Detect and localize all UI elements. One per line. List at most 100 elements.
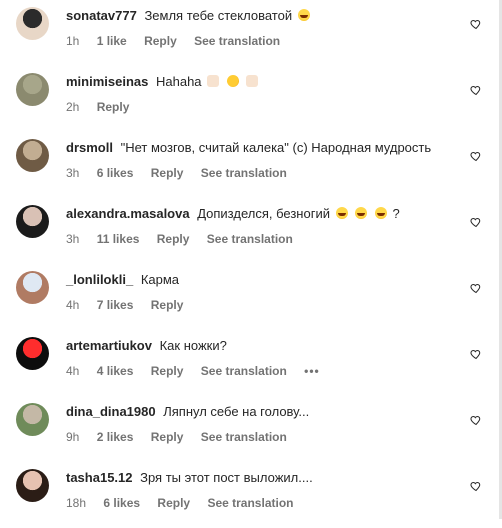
comment-meta: 4h 4 likes Reply See translation ••• [66, 364, 460, 378]
comment-item: tasha15.12 Зря ты этот пост выложил.... … [0, 462, 500, 528]
see-translation-button[interactable]: See translation [201, 364, 287, 378]
avatar[interactable] [16, 205, 49, 238]
comment-time: 2h [66, 100, 80, 114]
comment-item: artemartiukov Как ножки? 4h 4 likes Repl… [0, 330, 500, 396]
reply-button[interactable]: Reply [151, 430, 184, 444]
comment-meta: 9h 2 likes Reply See translation [66, 430, 460, 444]
comment-time: 3h [66, 232, 80, 246]
heart-icon[interactable] [470, 84, 482, 96]
avatar[interactable] [16, 469, 49, 502]
comment-item: dina_dina1980 Ляпнул себе на голову... 9… [0, 396, 500, 462]
comment-username[interactable]: _lonlilokli_ [66, 272, 133, 287]
reply-button[interactable]: Reply [144, 34, 177, 48]
comment-username[interactable]: dina_dina1980 [66, 404, 156, 419]
comment-line: drsmoll "Нет мозгов, считай калека" (с) … [66, 140, 460, 156]
skin-emoji-icon [246, 75, 259, 87]
comment-item: alexandra.masalova Допизделся, безногий … [0, 198, 500, 264]
comment-item: sonatav777 Земля тебе стекловатой 1h 1 l… [0, 0, 500, 66]
comment-likes[interactable]: 7 likes [97, 298, 134, 312]
heart-icon[interactable] [470, 480, 482, 492]
comment-line: artemartiukov Как ножки? [66, 338, 460, 354]
comment-likes[interactable]: 4 likes [97, 364, 134, 378]
heart-icon[interactable] [470, 150, 482, 162]
comment-line: alexandra.masalova Допизделся, безногий … [66, 206, 460, 222]
comment-meta: 18h 6 likes Reply See translation [66, 496, 460, 510]
avatar[interactable] [16, 73, 49, 106]
laugh-emoji-icon [355, 207, 368, 219]
comment-time: 18h [66, 496, 87, 510]
laugh-emoji-icon [374, 207, 387, 219]
comment-body: minimiseinas Hahaha 2h Reply [66, 73, 460, 114]
comment-body: artemartiukov Как ножки? 4h 4 likes Repl… [66, 338, 460, 378]
comment-time: 3h [66, 166, 80, 180]
heart-icon[interactable] [470, 348, 482, 360]
see-translation-button[interactable]: See translation [207, 496, 293, 510]
comment-body: _lonlilokli_ Карма 4h 7 likes Reply [66, 272, 460, 312]
comment-text-suffix: ? [392, 206, 400, 221]
reply-button[interactable]: Reply [157, 232, 190, 246]
comment-body: tasha15.12 Зря ты этот пост выложил.... … [66, 470, 460, 510]
comment-item: drsmoll "Нет мозгов, считай калека" (с) … [0, 132, 500, 198]
skin-emoji-icon [207, 75, 220, 87]
comment-line: minimiseinas Hahaha [66, 73, 460, 90]
reply-button[interactable]: Reply [151, 364, 184, 378]
comment-text: Земля тебе стекловатой [144, 8, 293, 23]
comment-meta: 2h Reply [66, 100, 460, 114]
comment-meta: 4h 7 likes Reply [66, 298, 460, 312]
comment-likes[interactable]: 6 likes [97, 166, 134, 180]
comment-text: Зря ты этот пост выложил.... [140, 470, 313, 485]
comment-username[interactable]: tasha15.12 [66, 470, 133, 485]
reply-button[interactable]: Reply [157, 496, 190, 510]
comment-body: drsmoll "Нет мозгов, считай калека" (с) … [66, 140, 460, 180]
see-translation-button[interactable]: See translation [194, 34, 280, 48]
comment-likes[interactable]: 1 like [97, 34, 127, 48]
comment-line: tasha15.12 Зря ты этот пост выложил.... [66, 470, 460, 486]
laugh-emoji-icon [335, 207, 348, 219]
comment-item: minimiseinas Hahaha 2h Reply [0, 66, 500, 132]
comment-meta: 3h 11 likes Reply See translation [66, 232, 460, 246]
comment-text: Допизделся, безногий [197, 206, 330, 221]
comment-text: Hahaha [156, 74, 202, 89]
heart-icon[interactable] [470, 282, 482, 294]
avatar[interactable] [16, 7, 49, 40]
avatar[interactable] [16, 271, 49, 304]
avatar[interactable] [16, 403, 49, 436]
comment-username[interactable]: artemartiukov [66, 338, 152, 353]
comment-time: 4h [66, 364, 80, 378]
comment-meta: 1h 1 like Reply See translation [66, 34, 460, 48]
heart-icon[interactable] [470, 216, 482, 228]
comment-likes[interactable]: 11 likes [97, 232, 140, 246]
heart-icon[interactable] [470, 18, 482, 30]
comment-likes[interactable]: 2 likes [97, 430, 134, 444]
reply-button[interactable]: Reply [151, 166, 184, 180]
comment-time: 1h [66, 34, 80, 48]
comment-username[interactable]: alexandra.masalova [66, 206, 190, 221]
comment-time: 9h [66, 430, 80, 444]
see-translation-button[interactable]: See translation [201, 430, 287, 444]
comment-likes[interactable]: 6 likes [103, 496, 140, 510]
heart-icon[interactable] [470, 414, 482, 426]
comment-item: _lonlilokli_ Карма 4h 7 likes Reply [0, 264, 500, 330]
comment-username[interactable]: drsmoll [66, 140, 113, 155]
comment-body: sonatav777 Земля тебе стекловатой 1h 1 l… [66, 8, 460, 48]
comment-text: Карма [140, 272, 180, 287]
comment-body: dina_dina1980 Ляпнул себе на голову... 9… [66, 404, 460, 444]
comment-username[interactable]: sonatav777 [66, 8, 137, 23]
comment-username[interactable]: minimiseinas [66, 74, 148, 89]
reply-button[interactable]: Reply [151, 298, 184, 312]
comment-line: dina_dina1980 Ляпнул себе на голову... [66, 404, 460, 420]
comment-line: _lonlilokli_ Карма [66, 272, 460, 288]
avatar[interactable] [16, 337, 49, 370]
comment-body: alexandra.masalova Допизделся, безногий … [66, 206, 460, 246]
see-translation-button[interactable]: See translation [201, 166, 287, 180]
comment-meta: 3h 6 likes Reply See translation [66, 166, 460, 180]
see-translation-button[interactable]: See translation [207, 232, 293, 246]
more-options-button[interactable]: ••• [304, 364, 320, 378]
comment-line: sonatav777 Земля тебе стекловатой [66, 8, 460, 24]
comment-text: Как ножки? [159, 338, 227, 353]
comment-text: Ляпнул себе на голову... [163, 404, 310, 419]
reply-button[interactable]: Reply [97, 100, 130, 114]
avatar[interactable] [16, 139, 49, 172]
comment-text: "Нет мозгов, считай калека" (с) Народная… [120, 140, 432, 155]
laugh-emoji-icon [297, 9, 310, 21]
